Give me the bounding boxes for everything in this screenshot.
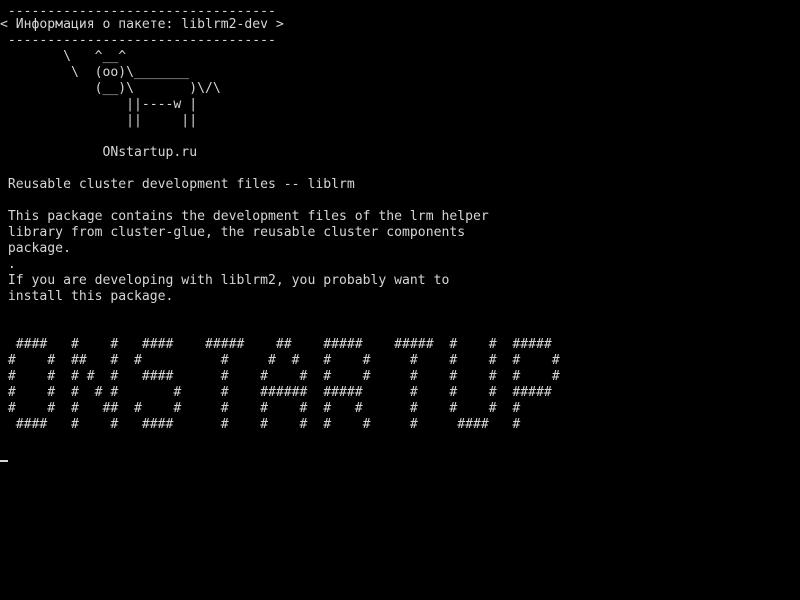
cow-art-line-4: ||----w | [0, 97, 198, 112]
terminal-screen: ---------------------------------- < Инф… [0, 0, 800, 600]
ascii-banner-line-1: #### # # #### ##### ## ##### ##### # # #… [0, 337, 552, 352]
description-line-1: This package contains the development fi… [0, 209, 489, 224]
cow-art-line-3: (__)\ )\/\ [0, 81, 221, 96]
package-summary: Reusable cluster development files -- li… [0, 177, 355, 192]
text-cursor [0, 460, 8, 462]
cow-art-line-2: \ (oo)\_______ [0, 65, 190, 80]
banner-title: < Информация о пакете: liblrm2-dev > [0, 17, 284, 32]
site-credit: ONstartup.ru [0, 145, 198, 160]
description-line-3: package. [0, 241, 71, 256]
cow-art-line-5: || || [0, 113, 198, 128]
cow-art-line-1: \ ^__^ [0, 49, 127, 64]
description-line-2: library from cluster-glue, the reusable … [0, 225, 466, 240]
banner-border-bottom: ---------------------------------- [0, 33, 276, 48]
ascii-banner-line-4: # # # # # # # ###### ##### # # # ##### [0, 385, 552, 400]
ascii-banner-line-5: # # # ## # # # # # # # # # # # [0, 401, 521, 416]
description-line-5: If you are developing with liblrm2, you … [0, 273, 450, 288]
ascii-banner-line-6: #### # # #### # # # # # # #### # [0, 417, 521, 432]
ascii-banner-line-3: # # # # # #### # # # # # # # # # # [0, 369, 560, 384]
description-line-6: install this package. [0, 289, 174, 304]
description-line-4: . [0, 257, 16, 272]
ascii-banner-line-2: # # ## # # # # # # # # # # # # [0, 353, 560, 368]
